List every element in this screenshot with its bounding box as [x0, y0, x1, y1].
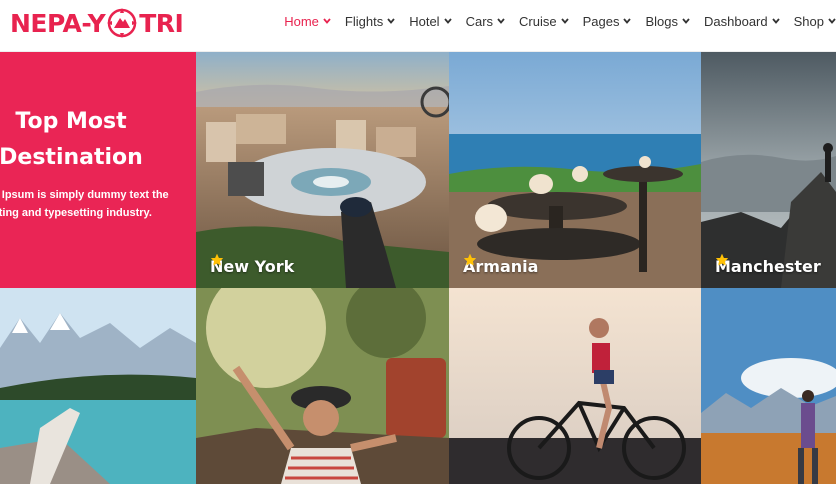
destination-card-manchester[interactable]: Manchester: [701, 52, 836, 288]
woman-car-image: [196, 288, 449, 484]
destination-name: Manchester: [715, 257, 821, 276]
site-header: NEPA-Y TRI Home Flights Hotel Cars Cruis…: [0, 0, 836, 52]
brand-name-right: TRI: [139, 8, 184, 38]
cyclist-image: [449, 288, 701, 484]
promo-text-line: nting and typesetting industry.: [0, 207, 152, 219]
promo-title-line: Destination: [0, 145, 143, 170]
card-info: Manchester: [715, 253, 821, 276]
nav-item-hotel[interactable]: Hotel: [409, 13, 452, 29]
chevron-down-icon: [323, 18, 331, 24]
chevron-down-icon: [682, 18, 690, 24]
nav-item-label: Cars: [465, 13, 494, 29]
star-icon: [716, 254, 728, 266]
star-icon: [211, 254, 223, 266]
brand-name-left: NEPA-Y: [10, 8, 106, 38]
nav-item-label: Pages: [582, 13, 620, 29]
chevron-down-icon: [560, 18, 569, 24]
chevron-down-icon: [828, 18, 836, 24]
chevron-down-icon: [497, 18, 505, 24]
promo-text: n Ipsum is simply dummy text the nting a…: [0, 186, 196, 222]
hikers-image: [701, 288, 836, 484]
cyclist-photo[interactable]: [449, 288, 701, 484]
main-nav: Home Flights Hotel Cars Cruise Pages Blo…: [270, 0, 836, 42]
star-icon: [464, 254, 476, 266]
nav-item-home[interactable]: Home: [284, 14, 331, 29]
destination-card-armania[interactable]: Armania: [449, 52, 701, 288]
nav-item-shop[interactable]: Shop: [794, 14, 836, 29]
chevron-down-icon: [387, 18, 395, 24]
hikers-photo[interactable]: [701, 288, 836, 484]
nav-item-blogs[interactable]: Blogs: [645, 14, 690, 29]
promo-title-line: Top Most: [15, 109, 127, 134]
nav-item-label: Blogs: [645, 13, 679, 29]
brand-logo[interactable]: NEPA-Y TRI: [10, 6, 184, 40]
promo-panel: Top Most Destination n Ipsum is simply d…: [0, 52, 196, 288]
nav-item-pages[interactable]: Pages: [583, 14, 632, 29]
nav-item-label: Shop: [793, 13, 824, 29]
card-info: Armania: [463, 253, 538, 276]
chevron-down-icon: [443, 18, 452, 24]
lake-mountains-image: [0, 288, 196, 484]
nav-item-label: Cruise: [519, 13, 557, 29]
nav-item-flights[interactable]: Flights: [345, 14, 395, 29]
compass-mountain-icon: [107, 8, 138, 38]
nav-item-dashboard[interactable]: Dashboard: [704, 14, 780, 29]
chevron-down-icon: [771, 18, 780, 24]
nav-item-cruise[interactable]: Cruise: [519, 14, 569, 29]
nav-item-label: Hotel: [409, 13, 440, 29]
promo-text-line: n Ipsum is simply dummy text the: [0, 189, 169, 201]
woman-car-photo[interactable]: [196, 288, 449, 484]
card-info: New York: [210, 253, 294, 276]
nav-item-label: Dashboard: [704, 13, 768, 29]
promo-title: Top Most Destination: [0, 104, 146, 176]
nav-item-label: Flights: [344, 13, 384, 29]
destination-card-new-york[interactable]: New York: [196, 52, 449, 288]
nav-item-label: Home: [284, 13, 319, 29]
lake-mountains-photo[interactable]: [0, 288, 196, 484]
chevron-down-icon: [623, 18, 632, 24]
nav-item-cars[interactable]: Cars: [466, 14, 505, 29]
